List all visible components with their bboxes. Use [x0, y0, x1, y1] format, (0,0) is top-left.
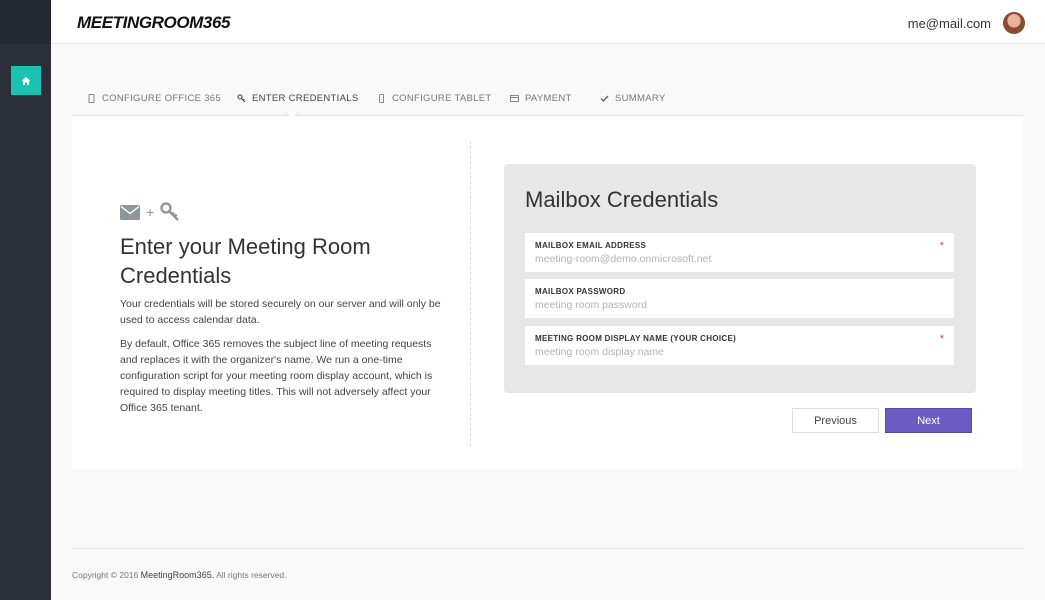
tab-summary[interactable]: SUMMARY: [600, 93, 666, 104]
tab-configure-office-365[interactable]: CONFIGURE OFFICE 365: [87, 93, 221, 104]
wizard-card: + Enter your Meeting Room Credentials Yo…: [72, 116, 1023, 469]
footer: Copyright © 2016 MeetingRoom365. All rig…: [72, 570, 287, 580]
user-email[interactable]: me@mail.com: [908, 16, 991, 31]
page-title: Enter your Meeting Room Credentials: [120, 232, 420, 290]
form-title: Mailbox Credentials: [525, 187, 719, 212]
mailbox-email-input[interactable]: [535, 253, 925, 265]
field-label: MAILBOX EMAIL ADDRESS: [535, 241, 647, 250]
wizard-tabs: CONFIGURE OFFICE 365 ENTER CREDENTIALS C…: [72, 84, 1023, 120]
security-note: Your credentials will be stored securely…: [120, 298, 441, 326]
mailbox-credentials-panel: Mailbox Credentials MAILBOX EMAIL ADDRES…: [504, 164, 976, 393]
tab-label: SUMMARY: [615, 93, 666, 104]
tab-enter-credentials[interactable]: ENTER CREDENTIALS: [237, 93, 358, 104]
tab-label: ENTER CREDENTIALS: [252, 93, 359, 104]
credentials-illustration: +: [120, 202, 180, 222]
sidebar: [0, 0, 51, 600]
plus-sign: +: [146, 204, 155, 220]
tab-label: CONFIGURE TABLET: [392, 93, 492, 104]
next-button[interactable]: Next: [885, 408, 972, 433]
check-icon: [600, 95, 609, 103]
required-marker: *: [939, 240, 944, 252]
configuration-note: By default, Office 365 removes the subje…: [120, 338, 433, 414]
tab-label: PAYMENT: [525, 93, 572, 104]
rights-text: All rights reserved.: [216, 570, 287, 580]
home-button[interactable]: [11, 66, 41, 95]
footer-brand: MeetingRoom365.: [140, 570, 215, 580]
field-label: MAILBOX PASSWORD: [535, 287, 626, 296]
mailbox-email-field[interactable]: MAILBOX EMAIL ADDRESS *: [525, 233, 954, 272]
envelope-icon: [120, 204, 140, 220]
home-icon: [21, 76, 31, 85]
field-label: MEETING ROOM DISPLAY NAME (YOUR CHOICE): [535, 334, 737, 343]
phone-icon: [379, 94, 384, 103]
footer-divider: [72, 548, 1023, 549]
key-icon: [237, 94, 246, 103]
avatar[interactable]: [1003, 12, 1025, 34]
previous-button[interactable]: Previous: [792, 408, 879, 433]
mailbox-password-input[interactable]: [535, 299, 925, 311]
tab-payment[interactable]: PAYMENT: [510, 93, 572, 104]
display-name-field[interactable]: MEETING ROOM DISPLAY NAME (YOUR CHOICE) …: [525, 326, 954, 365]
tab-label: CONFIGURE OFFICE 365: [102, 93, 221, 104]
app-logo[interactable]: MEETINGROOM365: [77, 13, 231, 33]
display-name-input[interactable]: [535, 346, 925, 358]
title-line: Enter your Meeting Room: [120, 234, 371, 259]
sidebar-header: [0, 0, 51, 44]
title-line: Credentials: [120, 263, 232, 288]
mailbox-password-field[interactable]: MAILBOX PASSWORD: [525, 279, 954, 318]
tablet-icon: [88, 94, 95, 103]
copyright-text: Copyright © 2016: [72, 570, 139, 580]
required-marker: *: [939, 333, 944, 345]
top-bar: MEETINGROOM365 me@mail.com: [51, 0, 1045, 44]
key-icon: [160, 202, 180, 221]
column-divider: [470, 141, 471, 446]
credit-card-icon: [510, 95, 519, 102]
tab-configure-tablet[interactable]: CONFIGURE TABLET: [377, 93, 491, 104]
